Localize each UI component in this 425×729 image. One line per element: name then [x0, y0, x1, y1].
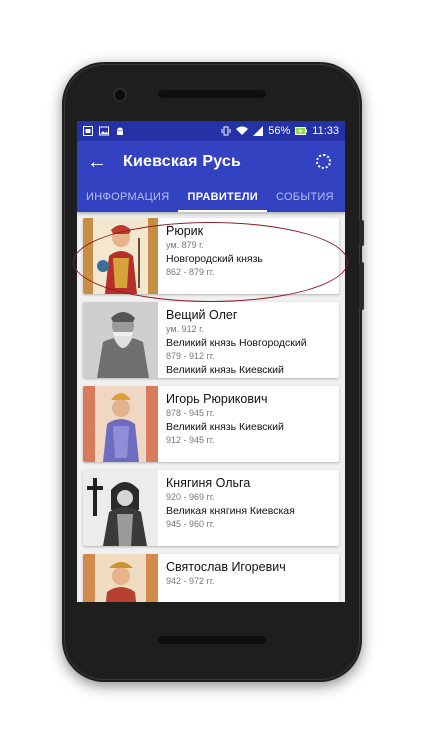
ruler-lifespan: 942 - 972 гг. [166, 576, 215, 586]
wifi-icon [236, 126, 249, 135]
ruler-info: Игорь Рюрикович 878 - 945 гг. Великий княз… [158, 386, 292, 462]
ruler-portrait [83, 386, 158, 462]
back-arrow-icon[interactable]: ← [87, 152, 111, 172]
app-screen: 56% 11:33 ← Киевская Русь ИНФОРМАЦИЯ ПРАВ… [77, 121, 345, 602]
ruler-info: Святослав Игоревич 942 - 972 гг. [158, 554, 294, 602]
ruler-name: Вещий Олег [166, 308, 238, 322]
tab-1[interactable]: ПРАВИТЕЛИ [178, 191, 268, 212]
volume-button [359, 262, 364, 310]
ruler-title: Великий князь Новгородский [166, 337, 307, 349]
ruler-lifespan: 878 - 945 гг. [166, 408, 215, 418]
ruler-info: Княгиня Ольга 920 - 969 гг. Великая княгин… [158, 470, 303, 546]
vibrate-icon [221, 126, 231, 136]
ruler-reign-period: 882 - 912 гг. [166, 377, 307, 378]
ruler-title: Новгородский князь [166, 253, 263, 265]
ruler-portrait [83, 302, 158, 378]
ruler-portrait [83, 470, 158, 546]
ruler-title: Великий князь Киевский [166, 421, 284, 433]
tab-bar: ИНФОРМАЦИЯПРАВИТЕЛИСОБЫТИЯТЕС [77, 182, 345, 212]
loading-spinner-icon [316, 154, 331, 169]
battery-charging-icon [295, 127, 308, 135]
ruler-portrait [83, 554, 158, 602]
ruler-lifespan: ум. 879 г. [166, 240, 204, 250]
ruler-name: Рюрик [166, 224, 204, 238]
ruler-card[interactable]: Игорь Рюрикович 878 - 945 гг. Великий княз… [83, 386, 339, 462]
notification-app-icon [83, 126, 93, 136]
ruler-name: Игорь Рюрикович [166, 392, 268, 406]
ruler-lifespan: ум. 912 г. [166, 324, 204, 334]
ruler-card[interactable]: Княгиня Ольга 920 - 969 гг. Великая княгин… [83, 470, 339, 546]
power-button [359, 220, 364, 246]
ruler-card[interactable]: Вещий Олег ум. 912 г. Великий князь Новгор… [83, 302, 339, 378]
ruler-reign-period: 912 - 945 гг. [166, 435, 215, 445]
ruler-card[interactable]: Рюрик ум. 879 г. Новгородский князь 862 - 8… [83, 218, 339, 294]
ruler-info: Рюрик ум. 879 г. Новгородский князь 862 - 8… [158, 218, 271, 294]
ruler-title: Великий князь Киевский [166, 364, 284, 376]
app-bar: ← Киевская Русь [77, 141, 345, 182]
ruler-portrait [83, 218, 158, 294]
status-bar: 56% 11:33 [77, 121, 345, 141]
ruler-title: Великая княгиня Киевская [166, 505, 295, 517]
ruler-reign-period: 879 - 912 гг. [166, 351, 215, 361]
clock: 11:33 [312, 125, 339, 137]
ruler-reign-period: 862 - 879 гг. [166, 267, 215, 277]
tab-2[interactable]: СОБЫТИЯ [267, 191, 343, 212]
signal-icon [253, 126, 264, 136]
front-camera [113, 88, 127, 102]
ruler-name: Святослав Игоревич [166, 560, 286, 574]
page-title: Киевская Русь [123, 152, 242, 170]
battery-percent: 56% [268, 125, 291, 137]
rulers-list: Рюрик ум. 879 г. Новгородский князь 862 - 8… [77, 212, 345, 602]
tab-0[interactable]: ИНФОРМАЦИЯ [77, 191, 178, 212]
ruler-lifespan: 920 - 969 гг. [166, 492, 215, 502]
top-speaker [158, 90, 266, 98]
ruler-name: Княгиня Ольга [166, 476, 251, 490]
bottom-speaker [158, 636, 266, 644]
ruler-info: Вещий Олег ум. 912 г. Великий князь Новгор… [158, 302, 315, 378]
tab-3[interactable]: ТЕС [343, 191, 345, 212]
ruler-card[interactable]: Святослав Игоревич 942 - 972 гг. [83, 554, 339, 602]
ruler-reign-period: 945 - 960 гг. [166, 519, 215, 529]
android-icon [117, 127, 123, 135]
image-icon [99, 126, 109, 136]
